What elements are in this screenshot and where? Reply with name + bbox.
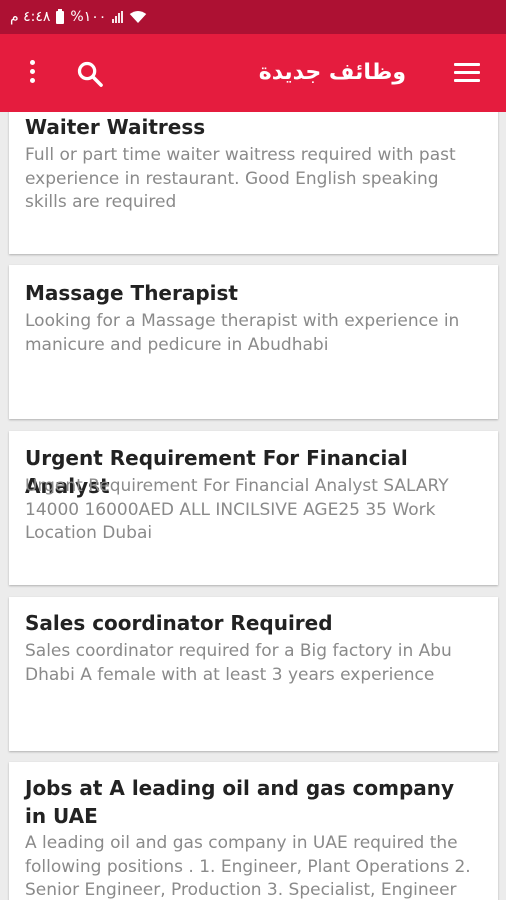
more-options-button[interactable] (26, 60, 38, 88)
job-description: Looking for a Massage therapist with exp… (25, 311, 460, 355)
job-card[interactable]: Waiter Waitress Full or part time waiter… (9, 112, 498, 254)
menu-icon[interactable] (454, 63, 480, 83)
battery-icon (56, 8, 65, 24)
signal-icon (112, 11, 124, 23)
job-card[interactable]: Urgent Requirement For Financial Analyst… (9, 431, 498, 585)
job-card[interactable]: Sales coordinator Required Sales coordin… (9, 597, 498, 751)
wifi-icon (130, 11, 147, 23)
status-bar: ٤:٤٨ م %١٠٠ (0, 0, 506, 34)
job-card[interactable]: Massage Therapist Looking for a Massage … (9, 265, 498, 419)
job-title: Sales coordinator Required (25, 611, 333, 635)
job-description: Sales coordinator required for a Big fac… (25, 641, 452, 685)
job-title: Jobs at A leading oil and gas company in… (25, 776, 455, 828)
job-card[interactable]: Jobs at A leading oil and gas company in… (9, 762, 498, 900)
status-indicators: ٤:٤٨ م %١٠٠ (10, 0, 147, 34)
more-vert-icon (29, 60, 35, 65)
job-list[interactable]: Waiter Waitress Full or part time waiter… (0, 112, 506, 900)
job-description: Full or part time waiter waitress requir… (25, 145, 456, 212)
page-title: وظائف جديدة (258, 60, 406, 85)
battery-level: %١٠٠ (70, 9, 107, 25)
app-bar: وظائف جديدة (0, 34, 506, 112)
job-title: Waiter Waitress (25, 115, 206, 139)
clock: ٤:٤٨ م (10, 9, 51, 25)
job-title: Massage Therapist (25, 281, 238, 305)
job-description: Urgent Requirement For Financial Analyst… (25, 476, 449, 543)
search-icon[interactable] (76, 60, 104, 88)
job-description: A leading oil and gas company in UAE req… (25, 833, 471, 900)
